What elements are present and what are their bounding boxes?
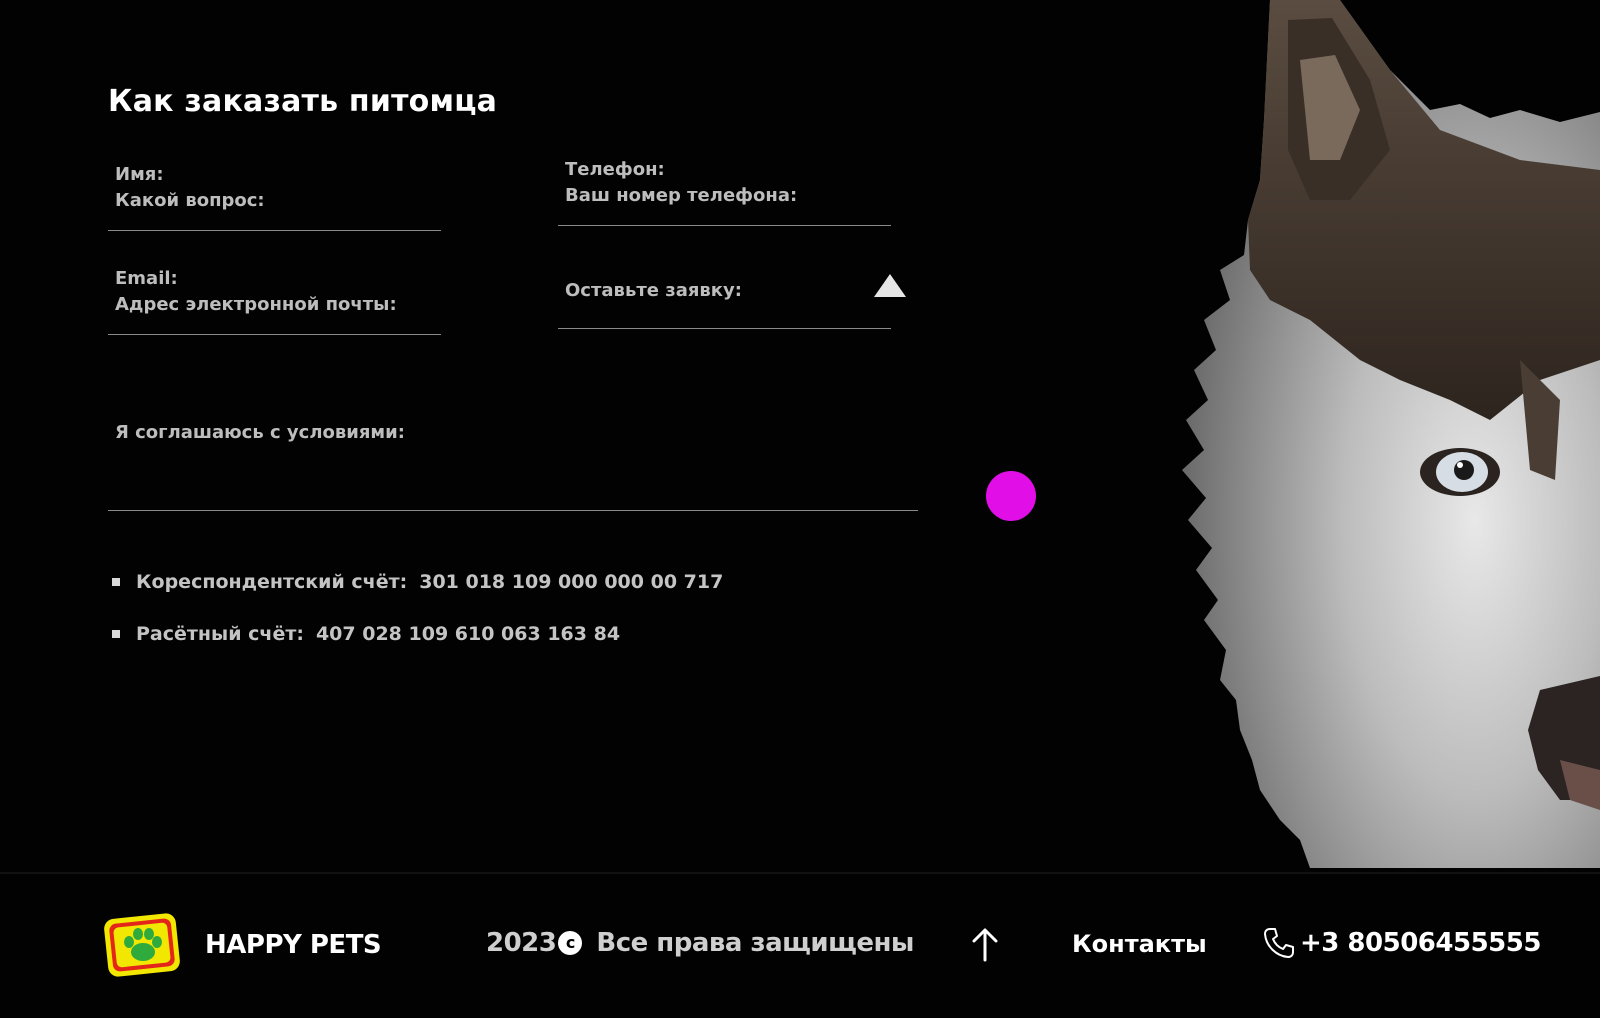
order-placeholder[interactable]: Оставьте заявку: <box>558 278 891 304</box>
bullet-icon <box>112 630 120 638</box>
account-list: Кореспондентский счёт: 301 018 109 000 0… <box>112 568 723 672</box>
email-underline <box>108 334 441 335</box>
account-value: 301 018 109 000 000 00 717 <box>419 571 724 593</box>
footer: HAPPY PETS 2023 c Все права защищены Кон… <box>0 872 1600 1018</box>
name-field[interactable]: Имя: Какой вопрос: <box>108 162 441 231</box>
submit-button[interactable] <box>986 471 1036 521</box>
contacts-link[interactable]: Контакты <box>1072 930 1207 958</box>
copyright-text: Все права защищены <box>596 928 914 958</box>
name-placeholder[interactable]: Какой вопрос: <box>108 188 441 214</box>
account-value: 407 028 109 610 063 163 84 <box>315 623 621 645</box>
order-underline <box>558 328 891 329</box>
copyright-icon: c <box>558 931 583 955</box>
list-item: Расётный счёт: 407 028 109 610 063 163 8… <box>112 620 723 648</box>
order-page: Как заказать питомца Имя: Какой вопрос: … <box>0 0 1600 1018</box>
name-label: Имя: <box>115 164 164 185</box>
page-title: Как заказать питомца <box>108 84 498 119</box>
phone-link[interactable]: +3 80506455555 <box>1262 926 1541 960</box>
agreement-underline <box>108 510 918 511</box>
phone-icon <box>1264 928 1294 958</box>
list-item: Кореспондентский счёт: 301 018 109 000 0… <box>112 568 723 596</box>
triangle-up-icon[interactable] <box>874 274 906 297</box>
bullet-icon <box>112 578 120 586</box>
agreement-field[interactable]: Я соглашаюсь с условиями: <box>108 420 918 511</box>
account-label: Кореспондентский счёт: <box>136 571 408 593</box>
phone-underline <box>558 225 891 226</box>
order-select[interactable]: Оставьте заявку: <box>558 278 891 329</box>
arrow-up-icon[interactable] <box>969 926 1001 962</box>
copyright: 2023 c Все права защищены <box>486 928 914 958</box>
paw-logo-icon[interactable] <box>102 912 182 978</box>
name-underline <box>108 230 441 231</box>
email-placeholder[interactable]: Адрес электронной почты: <box>108 292 441 318</box>
agreement-label: Я соглашаюсь с условиями: <box>115 422 405 443</box>
email-field[interactable]: Email: Адрес электронной почты: <box>108 266 441 335</box>
phone-field[interactable]: Телефон: Ваш номер телефона: <box>558 157 891 226</box>
husky-image <box>1160 0 1600 868</box>
copyright-year: 2023 <box>486 928 557 958</box>
phone-placeholder[interactable]: Ваш номер телефона: <box>558 183 891 209</box>
phone-number: +3 80506455555 <box>1300 928 1541 958</box>
email-label: Email: <box>115 268 178 289</box>
phone-label: Телефон: <box>565 159 665 180</box>
brand-name[interactable]: HAPPY PETS <box>205 930 382 960</box>
account-label: Расётный счёт: <box>136 623 304 645</box>
